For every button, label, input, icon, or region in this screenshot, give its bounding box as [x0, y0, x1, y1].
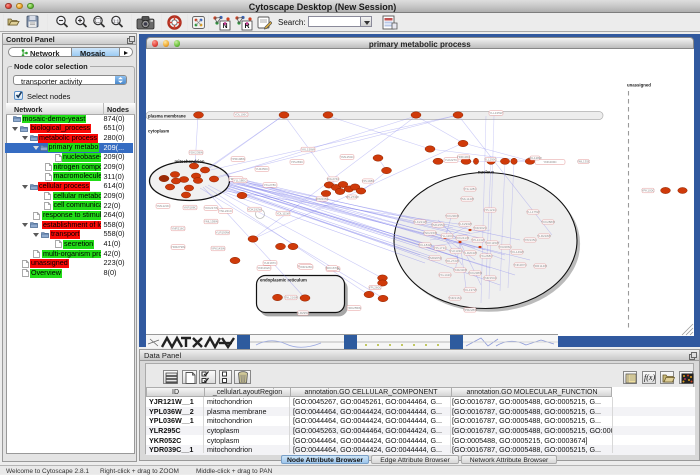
- svg-text:YDR202C: YDR202C: [473, 226, 487, 230]
- svg-text:YDL111W: YDL111W: [276, 212, 289, 216]
- svg-text:YNK287C: YNK287C: [513, 263, 527, 267]
- svg-text:YPL283C: YPL283C: [291, 160, 305, 164]
- svg-text:YKL128W: YKL128W: [528, 156, 542, 160]
- svg-text:YML123C: YML123C: [156, 204, 170, 208]
- svg-text:YDK115W: YDK115W: [485, 241, 499, 245]
- svg-text:YDR136C: YDR136C: [457, 155, 471, 159]
- svg-text:YPL101W: YPL101W: [471, 238, 485, 242]
- svg-text:YKL268C: YKL268C: [480, 254, 494, 258]
- svg-text:unassigned: unassigned: [627, 83, 651, 88]
- svg-text:YLL116C: YLL116C: [441, 234, 454, 238]
- svg-text:YKL142C: YKL142C: [439, 273, 453, 277]
- svg-text:YKK288W: YKK288W: [541, 220, 555, 224]
- svg-text:YLR190W: YLR190W: [216, 231, 230, 235]
- svg-text:YPR228W: YPR228W: [463, 308, 477, 312]
- svg-text:YPL274W: YPL274W: [345, 195, 359, 199]
- svg-text:YPK143W: YPK143W: [211, 247, 225, 251]
- svg-text:YDR114W: YDR114W: [533, 264, 547, 268]
- svg-text:YPL260C: YPL260C: [369, 286, 383, 290]
- svg-text:YKL197W: YKL197W: [463, 288, 477, 292]
- svg-text:YLR295W: YLR295W: [296, 311, 310, 315]
- svg-text:YPR135C: YPR135C: [523, 238, 537, 242]
- svg-text:YLR197C: YLR197C: [263, 261, 277, 265]
- svg-text:YNK215W: YNK215W: [423, 231, 437, 235]
- svg-text:YML114W: YML114W: [460, 197, 474, 201]
- svg-text:YDL106C: YDL106C: [234, 113, 248, 117]
- svg-text:YLK221W: YLK221W: [413, 220, 427, 224]
- svg-text:YPR235C: YPR235C: [315, 197, 329, 201]
- svg-text:YNR216C: YNR216C: [448, 296, 462, 300]
- svg-text:YDK255W: YDK255W: [347, 306, 361, 310]
- svg-text:YKR240W: YKR240W: [453, 268, 467, 272]
- svg-text:1:1: 1:1: [113, 19, 120, 24]
- svg-text:YKL149W: YKL149W: [510, 250, 524, 254]
- svg-text:YNR154C: YNR154C: [483, 276, 497, 280]
- svg-text:YLL135W: YLL135W: [489, 111, 502, 115]
- svg-text:YPL171C: YPL171C: [434, 246, 448, 250]
- svg-text:YPR108W: YPR108W: [231, 157, 245, 161]
- svg-text:endoplasmic reticulum: endoplasmic reticulum: [260, 278, 307, 283]
- svg-text:YML159W: YML159W: [204, 220, 218, 224]
- svg-text:YKK217W: YKK217W: [204, 206, 218, 210]
- svg-text:YDK192W: YDK192W: [247, 208, 261, 212]
- svg-text:YDK239W: YDK239W: [189, 151, 203, 155]
- svg-text:YLK133C: YLK133C: [450, 249, 464, 253]
- svg-text:YPL121C: YPL121C: [484, 208, 498, 212]
- svg-text:YKK296W: YKK296W: [445, 214, 459, 218]
- svg-text:YDK209C: YDK209C: [543, 160, 557, 164]
- svg-text:YDR279W: YDR279W: [171, 245, 185, 249]
- svg-text:YLR250C: YLR250C: [255, 167, 269, 171]
- svg-text:YDK292C: YDK292C: [257, 266, 271, 270]
- svg-text:YDK167W: YDK167W: [325, 266, 339, 270]
- svg-text:YMK255C: YMK255C: [431, 223, 446, 227]
- svg-text:plasma membrane: plasma membrane: [148, 114, 186, 119]
- svg-text:YNL241C: YNL241C: [219, 209, 233, 213]
- svg-text:YMR205C: YMR205C: [428, 256, 443, 260]
- svg-text:YLR204W: YLR204W: [463, 251, 477, 255]
- svg-text:YNL128C: YNL128C: [463, 187, 477, 191]
- svg-text:YML135C: YML135C: [577, 160, 591, 164]
- svg-text:YKR188C: YKR188C: [183, 206, 197, 210]
- svg-text:YDL274C: YDL274C: [326, 177, 340, 181]
- svg-text:cytoplasm: cytoplasm: [148, 129, 169, 134]
- svg-text:YLL180C: YLL180C: [234, 179, 247, 183]
- svg-text:YKL159W: YKL159W: [301, 148, 315, 152]
- svg-text:YNR216C: YNR216C: [171, 227, 185, 231]
- svg-text:YDR128C: YDR128C: [299, 265, 313, 269]
- svg-text:YPL198C: YPL198C: [362, 179, 376, 183]
- svg-text:YKR286C: YKR286C: [498, 245, 512, 249]
- svg-text:YLL175W: YLL175W: [526, 210, 539, 214]
- svg-text:YNL216W: YNL216W: [284, 296, 298, 300]
- svg-text:YLL290C: YLL290C: [484, 158, 497, 162]
- svg-text:YKK241W: YKK241W: [455, 236, 469, 240]
- svg-text:YDL272W: YDL272W: [445, 259, 459, 263]
- svg-text:YKL278C: YKL278C: [264, 183, 278, 187]
- svg-text:YKL184W: YKL184W: [418, 243, 432, 247]
- svg-text:YLR218W: YLR218W: [537, 234, 551, 238]
- svg-text:YKK238W: YKK238W: [468, 271, 482, 275]
- svg-text:YLK293W: YLK293W: [458, 222, 472, 226]
- svg-text:YPK100C: YPK100C: [641, 189, 655, 193]
- svg-text:mitochondrion: mitochondrion: [174, 159, 204, 164]
- svg-text:YML154C: YML154C: [340, 155, 354, 159]
